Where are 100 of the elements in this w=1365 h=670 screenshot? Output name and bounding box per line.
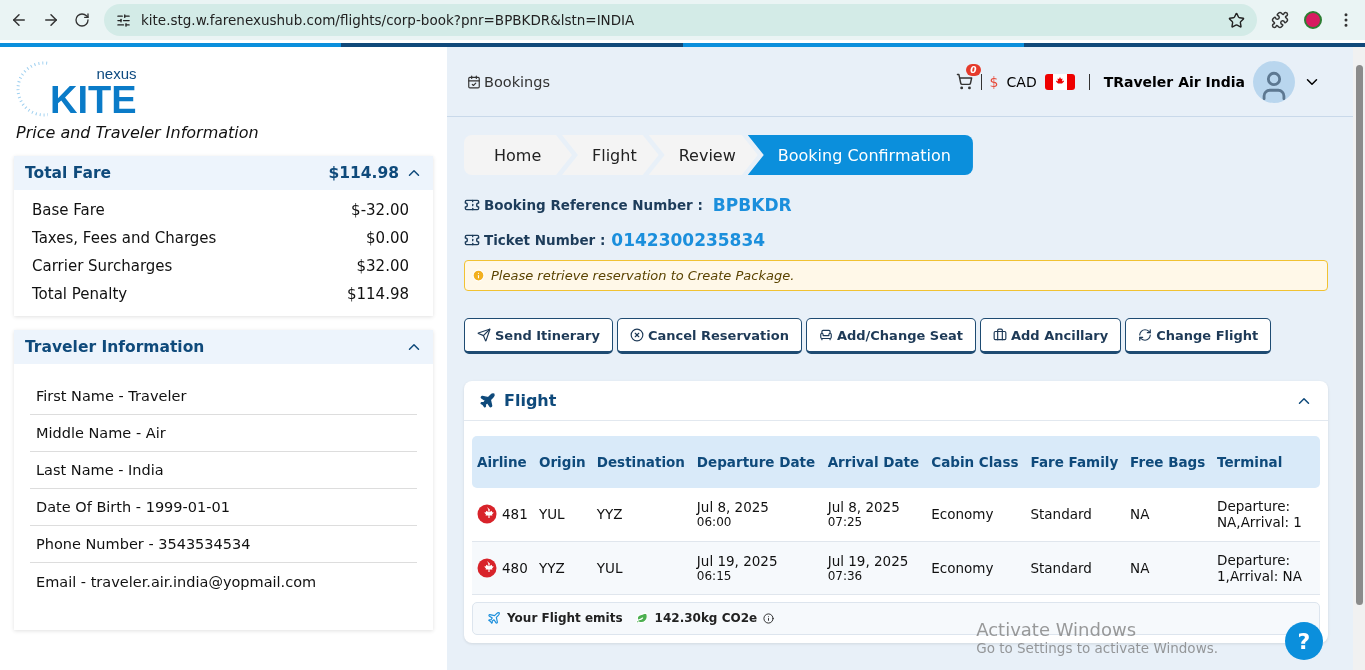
ticket-icon <box>464 197 480 213</box>
flight-number: 480 <box>502 559 528 576</box>
fare-label: Taxes, Fees and Charges <box>32 229 217 247</box>
action-button[interactable]: Add Ancillary <box>979 318 1122 354</box>
logo: nexus KITE <box>50 67 137 117</box>
action-button[interactable]: Change Flight <box>1125 318 1272 354</box>
column-header: Origin <box>533 436 592 488</box>
help-button[interactable]: ? <box>1285 622 1323 660</box>
emissions-label: Your Flight emits <box>507 611 623 625</box>
fare-label: Total Penalty <box>32 285 128 303</box>
table-cell-text: YYZ <box>538 559 566 576</box>
time-text: 07:36 <box>827 568 864 583</box>
user-name[interactable]: TRaveler Air India <box>1103 73 1245 90</box>
fare-label: Base Fare <box>32 201 105 219</box>
cart-icon[interactable] <box>955 73 973 90</box>
emissions-value: 142.30kg CO2e <box>654 611 758 625</box>
date-text: Jul 19, 2025 <box>696 552 779 569</box>
action-button[interactable]: Cancel Reservation <box>616 318 802 354</box>
table-cell-text: Standard <box>1030 506 1093 523</box>
alert-text: Please retrieve reservation to Create Package. <box>491 268 795 283</box>
back-icon[interactable] <box>10 11 28 29</box>
maple-leaf-icon <box>477 504 497 525</box>
breadcrumb-step[interactable]: Booking Confirmation <box>747 135 973 175</box>
column-header: Destination <box>591 436 692 488</box>
site-settings-icon[interactable] <box>116 12 131 28</box>
bookmark-star-icon[interactable] <box>1228 11 1245 29</box>
table-cell-text: Standard <box>1030 559 1093 576</box>
fare-header[interactable]: Total Fare $114.98 <box>14 156 433 190</box>
traveler-detail: Last Name - India <box>36 462 164 478</box>
fare-amount: $114.98 <box>346 285 409 303</box>
action-button[interactable]: Add/Change Seat <box>805 318 976 354</box>
currency-code[interactable]: CAD <box>1006 73 1037 90</box>
forward-icon[interactable] <box>42 11 60 29</box>
date-text: Jul 8, 2025 <box>696 499 770 516</box>
time-text: 06:00 <box>696 515 733 530</box>
scrollbar[interactable] <box>1353 47 1365 670</box>
table-cell-text: Economy <box>931 559 995 576</box>
column-header: Departure Date <box>691 436 823 488</box>
cart-count: 0 <box>966 64 981 76</box>
plane-icon <box>479 392 496 409</box>
column-header: Airline <box>472 436 534 488</box>
table-cell-text: Departure: 1,Arrival: NA <box>1217 551 1303 584</box>
table-cell-text: YUL <box>596 559 624 576</box>
flight-panel-header[interactable]: Flight <box>464 381 1328 421</box>
profile-icon[interactable] <box>1303 10 1323 30</box>
table-cell-text: Departure: NA,Arrival: 1 <box>1217 498 1303 531</box>
fare-amount: $0.00 <box>366 229 409 247</box>
refresh-icon <box>1138 328 1153 342</box>
time-text: 06:15 <box>696 568 733 583</box>
fare-amount: $-32.00 <box>351 201 409 219</box>
reference-label: Booking Reference Number : <box>484 197 703 213</box>
breadcrumb-step[interactable]: Flight <box>562 135 659 175</box>
time-text: 07:25 <box>827 515 864 530</box>
date-text: Jul 19, 2025 <box>827 552 910 569</box>
sidebar-title: Price and Traveler Information <box>16 123 260 142</box>
briefcase-icon <box>992 328 1007 342</box>
column-header: Fare Family <box>1025 436 1126 488</box>
table-cell-text: NA <box>1130 559 1151 576</box>
column-header: Terminal <box>1212 436 1320 488</box>
avatar-icon[interactable] <box>1253 60 1295 103</box>
column-header: Cabin Class <box>926 436 1026 488</box>
breadcrumb-step[interactable]: Home <box>464 135 572 175</box>
flag-icon <box>1044 73 1075 90</box>
activation-subtitle: Go to Settings to activate Windows. <box>976 640 1218 656</box>
fare-amount: $32.00 <box>356 257 409 275</box>
breadcrumb-step[interactable]: Review <box>648 135 758 175</box>
scrollbar-thumb[interactable] <box>1355 65 1363 605</box>
ticket-icon <box>464 232 480 248</box>
reload-icon[interactable] <box>74 12 90 28</box>
action-button[interactable]: Send Itinerary <box>464 318 613 354</box>
address-bar[interactable]: kite.stg.w.farenexushub.com/flights/corp-book?pnr=BPBKDR&lstn=INDIA <box>104 4 1257 36</box>
logo-dots-icon <box>14 59 48 117</box>
flight-number: 481 <box>502 506 528 523</box>
bookings-link[interactable]: Bookings <box>467 73 551 90</box>
ticket-value: 0142300235834 <box>611 230 766 250</box>
send-icon <box>477 328 491 342</box>
traveler-detail: Middle Name - Air <box>36 425 166 441</box>
date-text: Jul 8, 2025 <box>827 499 901 516</box>
leaf-icon <box>634 611 649 625</box>
seat-icon <box>818 328 833 342</box>
traveler-detail: Date Of Birth - 1999-01-01 <box>36 499 230 515</box>
ticket-label: Ticket Number : <box>484 232 606 248</box>
traveler-detail: First Name - Traveler <box>36 388 187 404</box>
table-cell-text: Economy <box>931 506 995 523</box>
table-cell-text: YUL <box>538 506 566 523</box>
calendar-check-icon <box>467 74 481 89</box>
activation-title: Activate Windows <box>976 619 1138 640</box>
cancel-circle-icon <box>629 328 644 342</box>
extensions-icon[interactable] <box>1271 11 1289 29</box>
table-cell-text: NA <box>1130 506 1151 523</box>
traveler-header[interactable]: Traveler Information <box>14 330 433 364</box>
currency-symbol: $ <box>989 73 999 90</box>
column-header: Free Bags <box>1125 436 1212 488</box>
fare-label: Carrier Surcharges <box>32 257 173 275</box>
plane-icon <box>487 611 501 625</box>
table-cell-text: YYZ <box>596 506 624 523</box>
info-icon[interactable] <box>763 612 775 624</box>
maple-leaf-icon <box>477 557 497 578</box>
info-icon <box>472 269 485 282</box>
column-header: Arrival Date <box>822 436 927 488</box>
